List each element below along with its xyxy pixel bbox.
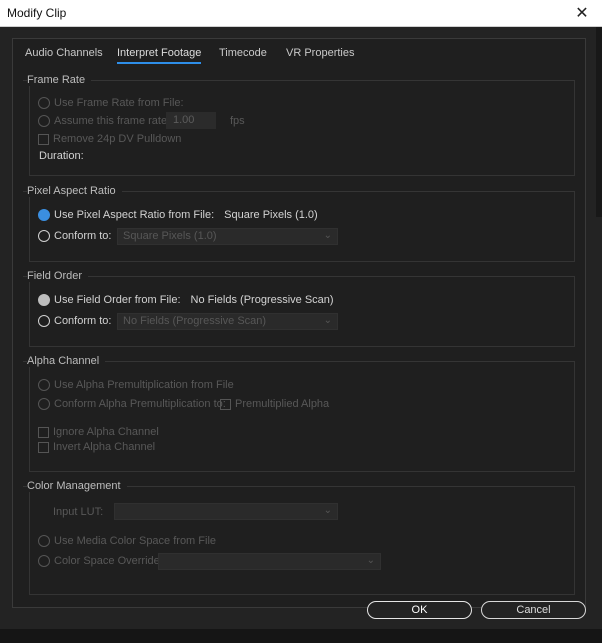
assume-frame-rate-option[interactable]: Assume this frame rate:: [38, 115, 170, 127]
content-panel: Audio Channels Interpret Footage Timecod…: [12, 38, 586, 608]
radio-button-selected[interactable]: [38, 209, 50, 221]
fps-label: fps: [230, 115, 245, 127]
conform-premult-option[interactable]: Conform Alpha Premultiplication to:: [38, 398, 226, 410]
input-lut-dropdown[interactable]: ⌄: [114, 503, 338, 520]
field-order-file-value: No Fields (Progressive Scan): [190, 294, 334, 306]
tab-timecode[interactable]: Timecode: [219, 47, 267, 59]
remove-pulldown-checkbox[interactable]: Remove 24p DV Pulldown: [38, 133, 181, 145]
radio-button[interactable]: [38, 315, 50, 327]
field-order-conform-dropdown[interactable]: No Fields (Progressive Scan) ⌄: [117, 313, 338, 330]
radio-button[interactable]: [38, 555, 50, 567]
title-bar: Modify Clip ✕: [0, 0, 602, 27]
chevron-down-icon: ⌄: [323, 315, 332, 326]
par-conform-option[interactable]: Conform to:: [38, 230, 111, 242]
color-space-override-option[interactable]: Color Space Override:: [38, 555, 163, 567]
frame-rate-from-file-option[interactable]: Use Frame Rate from File:: [38, 97, 184, 109]
close-icon[interactable]: ✕: [572, 3, 592, 23]
radio-button-selected[interactable]: [38, 294, 50, 306]
radio-button[interactable]: [38, 379, 50, 391]
par-file-value: Square Pixels (1.0): [224, 209, 318, 221]
premultiplied-alpha-checkbox[interactable]: Premultiplied Alpha: [220, 398, 329, 410]
section-title: Pixel Aspect Ratio: [27, 185, 122, 197]
ignore-alpha-checkbox[interactable]: Ignore Alpha Channel: [38, 426, 159, 438]
par-from-file-option[interactable]: Use Pixel Aspect Ratio from File: Square…: [38, 209, 318, 221]
color-space-override-dropdown[interactable]: ⌄: [158, 553, 381, 570]
tab-interpret-footage[interactable]: Interpret Footage: [117, 47, 202, 64]
chevron-down-icon: ⌄: [323, 230, 332, 241]
section-title: Field Order: [27, 270, 89, 282]
chevron-down-icon: ⌄: [366, 555, 375, 566]
field-order-section: Field Order Use Field Order from File: N…: [23, 270, 575, 347]
radio-button[interactable]: [38, 398, 50, 410]
alpha-channel-section: Alpha Channel Use Alpha Premultiplicatio…: [23, 355, 575, 472]
checkbox[interactable]: [38, 133, 49, 145]
frame-rate-section: Frame Rate Use Frame Rate from File: Ass…: [23, 74, 575, 176]
section-title: Alpha Channel: [27, 355, 106, 367]
invert-alpha-checkbox[interactable]: Invert Alpha Channel: [38, 441, 155, 453]
dialog-body: Audio Channels Interpret Footage Timecod…: [0, 27, 602, 643]
pixel-aspect-section: Pixel Aspect Ratio Use Pixel Aspect Rati…: [23, 185, 575, 262]
radio-button[interactable]: [38, 535, 50, 547]
use-media-color-space-option[interactable]: Use Media Color Space from File: [38, 535, 216, 547]
duration-label: Duration:: [39, 150, 84, 162]
cancel-button[interactable]: Cancel: [481, 601, 586, 619]
par-conform-dropdown[interactable]: Square Pixels (1.0) ⌄: [117, 228, 338, 245]
radio-button[interactable]: [38, 115, 50, 127]
checkbox[interactable]: [38, 441, 49, 453]
checkbox[interactable]: [38, 426, 49, 438]
radio-button[interactable]: [38, 230, 50, 242]
color-management-section: Color Management Input LUT: ⌄ Use Media …: [23, 480, 575, 595]
use-premult-option[interactable]: Use Alpha Premultiplication from File: [38, 379, 234, 391]
background-window-strip: [0, 629, 602, 643]
frame-rate-input[interactable]: 1.00: [166, 112, 216, 129]
tab-vr-properties[interactable]: VR Properties: [286, 47, 354, 59]
ok-button[interactable]: OK: [367, 601, 472, 619]
tab-bar: Audio Channels Interpret Footage Timecod…: [13, 39, 585, 69]
chevron-down-icon: ⌄: [323, 505, 332, 516]
radio-button[interactable]: [38, 97, 50, 109]
field-order-from-file-option[interactable]: Use Field Order from File: No Fields (Pr…: [38, 294, 334, 306]
tab-audio-channels[interactable]: Audio Channels: [25, 47, 103, 59]
field-order-conform-option[interactable]: Conform to:: [38, 315, 111, 327]
input-lut-label: Input LUT:: [53, 506, 104, 518]
background-window-edge: [596, 27, 602, 217]
window-title: Modify Clip: [7, 6, 67, 20]
section-title: Color Management: [27, 480, 127, 492]
checkbox[interactable]: [220, 398, 231, 410]
section-title: Frame Rate: [27, 74, 92, 86]
